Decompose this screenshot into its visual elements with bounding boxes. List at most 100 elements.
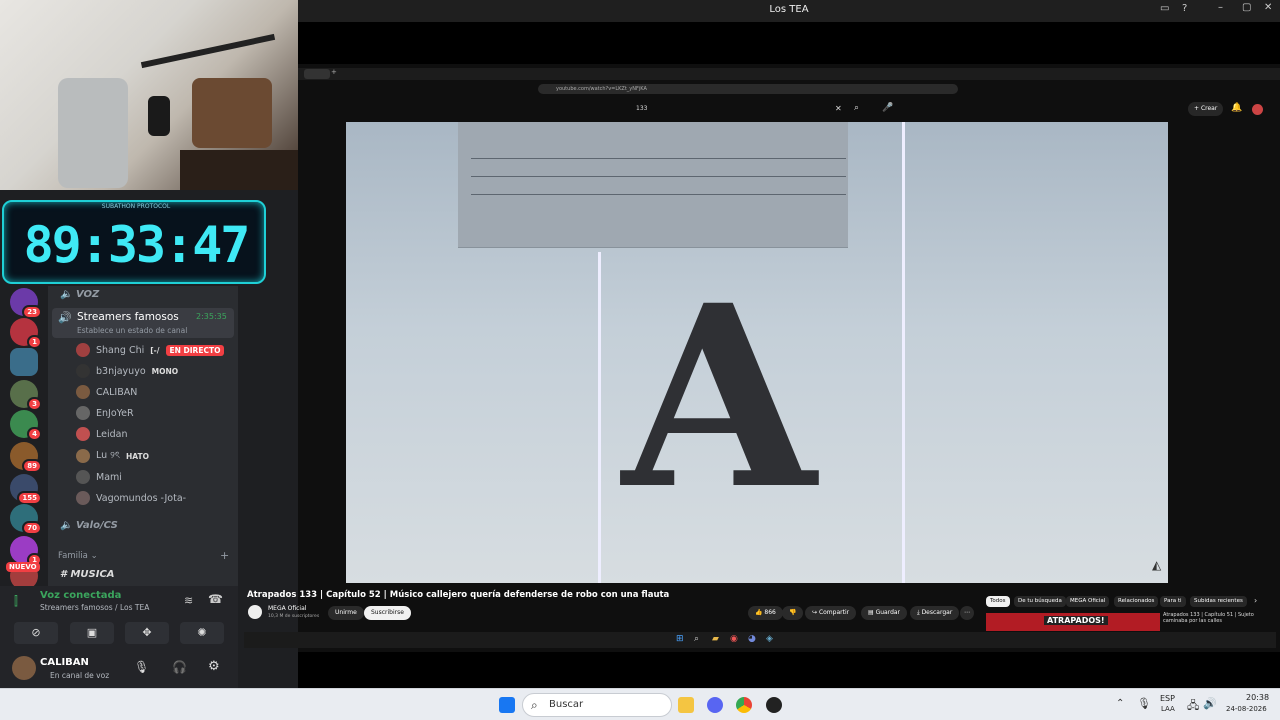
server-icon-selected[interactable] [10,348,38,376]
voice-user[interactable]: Mami [76,467,122,487]
server-icon[interactable]: 1 [10,536,42,567]
thumbs-down-icon: 👎 [789,609,797,616]
download-button[interactable]: ⤓ Descargar [910,606,960,620]
new-tab-icon[interactable]: + [331,68,337,76]
youtube-search-input[interactable]: 133 [628,102,858,116]
save-button[interactable]: ▤ Guardar [861,606,908,620]
network-icon[interactable]: 🖧 [1187,697,1199,716]
chip-para-ti[interactable]: Para ti [1160,596,1186,607]
video-scratch [598,252,601,583]
channel-valo-cs[interactable]: 🔈 Valo/CS [60,520,118,531]
steam-icon: ◈ [766,634,773,644]
address-bar[interactable]: youtube.com/watch?v=LKZt_yNFjKA [538,84,958,94]
voice-category[interactable]: 🔈 VOZ [60,289,99,300]
server-icon[interactable]: 1 [10,318,42,349]
clock-date[interactable]: 24-08-2026 [1226,705,1267,713]
server-icon[interactable]: 155 [10,474,42,505]
poster [192,78,272,148]
start-icon[interactable] [499,697,515,713]
chrome-icon[interactable] [736,697,752,713]
share-button[interactable]: ↪ Compartir [805,606,857,620]
language-indicator[interactable]: ESP [1160,694,1175,703]
soundboard-icon[interactable]: ≋ [184,594,193,607]
camera-off-button[interactable]: ⊘ [14,622,58,644]
voice-location[interactable]: Streamers famosos / Los TEA [40,603,149,612]
volume-icon[interactable]: 🔊 [1203,697,1217,710]
voice-status: Voz conectada [40,590,122,601]
user-tag: MONO [151,366,179,376]
dislike-button[interactable]: 👎 [782,606,804,620]
user-tag: HATO [125,451,149,461]
category-familia[interactable]: Familia ⌄ [58,551,98,561]
channel-streamers-famosos[interactable]: 🔊 Streamers famosos 2:35:35 Establece un… [52,308,234,338]
voice-user[interactable]: Lu ୨ৎ HATO [76,446,149,466]
video-line [471,176,846,177]
user-name: Lu ୨ৎ [96,449,120,461]
chip-todos[interactable]: Todos [986,596,1010,607]
minimize-icon[interactable]: – [1218,2,1223,13]
activities-button[interactable]: ✥ [125,622,169,644]
add-channel-icon[interactable]: + [220,549,229,562]
headphones-icon[interactable]: 🎧 [172,660,187,674]
video-player[interactable]: A ◭ [346,122,1168,583]
server-icon[interactable]: 3 [10,380,42,411]
bell-icon[interactable]: 🔔 [1231,103,1242,113]
avatar [76,491,90,505]
server-icon[interactable]: 4 [10,410,42,441]
clock-time[interactable]: 20:38 [1246,693,1269,702]
subscribe-button[interactable]: Suscribirse [364,606,411,620]
maximize-icon[interactable]: ▢ [1242,2,1251,13]
taskbar-search-input[interactable]: ⌕ Buscar [522,693,672,717]
chip-de-tu-busqueda[interactable]: De tu búsqueda [1014,596,1066,607]
avatar [76,449,90,463]
server-icon[interactable]: 89 [10,442,42,473]
voice-search-icon[interactable]: 🎤 [882,103,893,113]
mic-arm [140,33,276,69]
channel-status[interactable]: Establece un estado de canal [77,326,187,335]
chip-relacionados[interactable]: Relacionados [1114,596,1159,607]
microphone-icon[interactable]: 🎙 [1137,697,1151,710]
obs-icon[interactable] [766,697,782,713]
channel-label: MUSICA [70,569,115,580]
join-button[interactable]: Unirme [328,606,364,620]
browser-tab[interactable] [304,69,330,79]
search-icon[interactable]: ⌕ [854,103,859,113]
suggestion-title[interactable]: Atrapados 133 | Capítulo 51 | Sujeto cam… [1163,612,1275,624]
remote-taskbar: ⊞ ⌕ ▰ ◉ ◕ ◈ [244,632,1276,648]
like-button[interactable]: 👍 866 [748,606,783,620]
create-button[interactable]: + Crear [1188,102,1224,116]
server-icon[interactable]: 23 [10,288,42,319]
voice-user[interactable]: CALIBAN [76,382,137,402]
voice-user[interactable]: b3njayuyo MONO [76,361,178,381]
clear-search-icon[interactable]: ✕ [835,104,842,113]
server-icon[interactable]: 70 [10,504,42,535]
avatar[interactable] [1252,104,1263,115]
voice-user[interactable]: EnJoYeR [76,403,134,423]
picture-in-picture-icon[interactable]: ▭ [1160,3,1169,14]
disconnect-icon[interactable]: ☎ [208,592,223,606]
microphone-icon[interactable]: 🎙 [134,660,149,674]
gear-icon[interactable]: ⚙ [208,659,220,674]
screen-share-button[interactable]: ▣ [70,622,114,644]
discord-icon[interactable] [707,697,723,713]
chevron-up-icon[interactable]: ⌃ [1116,698,1124,709]
chip-subidas-recientes[interactable]: Subidas recientes [1190,596,1247,607]
voice-user[interactable]: Shang Chi [-/ EN DIRECTO [76,340,225,360]
voice-user[interactable]: Vagomundos -Jota- [76,488,186,508]
chip-mega-oficial[interactable]: MEGA Oficial [1066,596,1110,607]
avatar[interactable] [12,656,36,680]
channel-avatar[interactable] [248,605,262,619]
voice-user[interactable]: Leidan [76,424,127,444]
help-icon[interactable]: ? [1182,3,1187,14]
more-button[interactable]: ⋯ [960,606,974,620]
user-name: CALIBAN [96,386,138,398]
suggestion-thumbnail[interactable]: ATRAPADOS! [986,613,1160,631]
close-icon[interactable]: ✕ [1264,2,1272,13]
file-explorer-icon[interactable] [678,697,694,713]
chevron-right-icon[interactable]: › [1254,596,1257,605]
channel-musica[interactable]: # MUSICA [60,569,115,580]
soundboard-button[interactable]: ✺ [180,622,224,644]
search-icon: ⌕ [531,698,538,712]
channel-name[interactable]: MEGA Oficial [268,605,306,612]
video-graphic-box [458,122,848,248]
